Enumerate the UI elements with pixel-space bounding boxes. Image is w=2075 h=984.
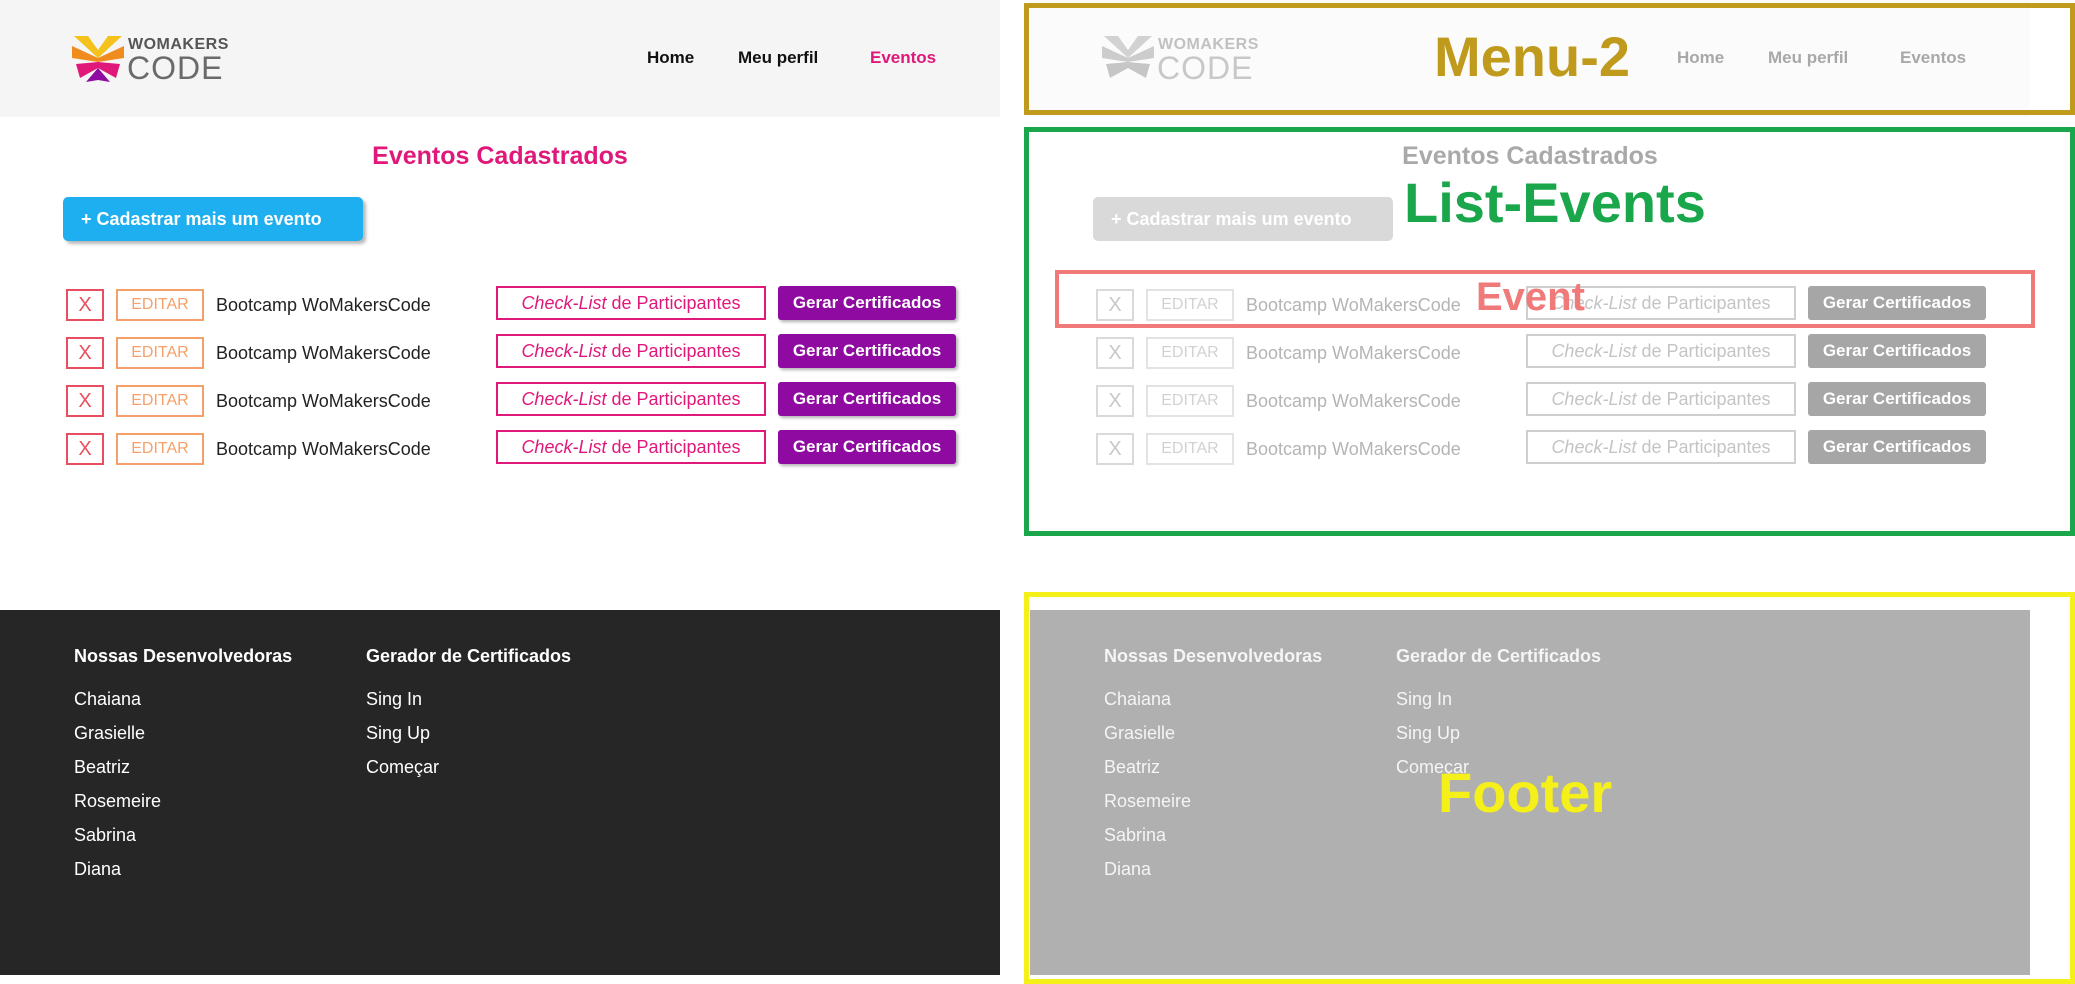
nav-eventos[interactable]: Eventos (870, 48, 936, 68)
footer-link-start[interactable]: Começar (366, 757, 571, 791)
footer-link-developer[interactable]: Chaiana (74, 689, 292, 723)
footer-link-sign-in[interactable]: Sing In (366, 689, 571, 723)
checklist-label: de Participantes (606, 389, 741, 409)
event-row: X EDITAR Bootcamp WoMakersCode Check-Lis… (0, 429, 1000, 469)
checklist-italic-label: Check-List (521, 341, 607, 361)
checklist-label: de Participantes (606, 437, 741, 457)
footer-link-developer[interactable]: Diana (74, 859, 292, 893)
event-name: Bootcamp WoMakersCode (216, 391, 431, 411)
event-name: Bootcamp WoMakersCode (216, 295, 431, 315)
delete-event-button[interactable]: X (66, 433, 104, 465)
footer-link-sign-up[interactable]: Sing Up (366, 723, 571, 757)
checklist-button[interactable]: Check-List de Participantes (496, 382, 766, 416)
checklist-italic-label: Check-List (521, 293, 607, 313)
generate-certificates-button[interactable]: Gerar Certificados (778, 334, 956, 368)
footer: Nossas Desenvolvedoras Chaiana Grasielle… (0, 610, 1000, 975)
edit-event-button[interactable]: EDITAR (116, 433, 204, 465)
top-menu: WOMAKERS CODE Home Meu perfil Eventos (0, 0, 1000, 117)
delete-event-button[interactable]: X (66, 385, 104, 417)
annotation-label-list: List-Events (1404, 171, 1706, 234)
nav-home[interactable]: Home (647, 48, 694, 68)
edit-event-button[interactable]: EDITAR (116, 385, 204, 417)
generate-certificates-button[interactable]: Gerar Certificados (778, 382, 956, 416)
footer-title-generator: Gerador de Certificados (366, 646, 572, 666)
event-row: X EDITAR Bootcamp WoMakersCode Check-Lis… (0, 381, 1000, 421)
event-name: Bootcamp WoMakersCode (216, 439, 431, 459)
edit-event-button[interactable]: EDITAR (116, 289, 204, 321)
butterfly-logo-icon (72, 36, 124, 82)
delete-event-button[interactable]: X (66, 289, 104, 321)
footer-col-generator: Gerador de Certificados Sing In Sing Up … (366, 646, 571, 791)
checklist-italic-label: Check-List (521, 437, 607, 457)
event-name: Bootcamp WoMakersCode (216, 343, 431, 363)
checklist-button[interactable]: Check-List de Participantes (496, 286, 766, 320)
footer-link-developer[interactable]: Rosemeire (74, 791, 292, 825)
annotation-label-footer: Footer (1438, 761, 1613, 824)
footer-link-developer[interactable]: Sabrina (74, 825, 292, 859)
list-title: Eventos Cadastrados (372, 142, 628, 170)
checklist-italic-label: Check-List (521, 389, 607, 409)
annotation-label-menu: Menu-2 (1434, 25, 1630, 88)
logo-text-code: CODE (127, 50, 224, 86)
add-event-button[interactable]: + Cadastrar mais um evento (63, 197, 363, 241)
footer-link-developer[interactable]: Grasielle (74, 723, 292, 757)
nav-meu-perfil[interactable]: Meu perfil (738, 48, 818, 68)
footer-col-developers: Nossas Desenvolvedoras Chaiana Grasielle… (74, 646, 292, 893)
footer-title-developers: Nossas Desenvolvedoras (74, 646, 293, 666)
checklist-button[interactable]: Check-List de Participantes (496, 430, 766, 464)
womakers-logo[interactable]: WOMAKERS CODE (70, 30, 230, 86)
event-row: X EDITAR Bootcamp WoMakersCode Check-Lis… (0, 333, 1000, 373)
footer-link-developer[interactable]: Beatriz (74, 757, 292, 791)
generate-certificates-button[interactable]: Gerar Certificados (778, 286, 956, 320)
checklist-label: de Participantes (606, 293, 741, 313)
event-row: X EDITAR Bootcamp WoMakersCode Check-Lis… (0, 285, 1000, 325)
page-mockup: WOMAKERS CODE Home Meu perfil Eventos Ev… (0, 0, 1000, 984)
checklist-label: de Participantes (606, 341, 741, 361)
checklist-button[interactable]: Check-List de Participantes (496, 334, 766, 368)
annotation-label-event: Event (1476, 275, 1585, 319)
delete-event-button[interactable]: X (66, 337, 104, 369)
edit-event-button[interactable]: EDITAR (116, 337, 204, 369)
generate-certificates-button[interactable]: Gerar Certificados (778, 430, 956, 464)
